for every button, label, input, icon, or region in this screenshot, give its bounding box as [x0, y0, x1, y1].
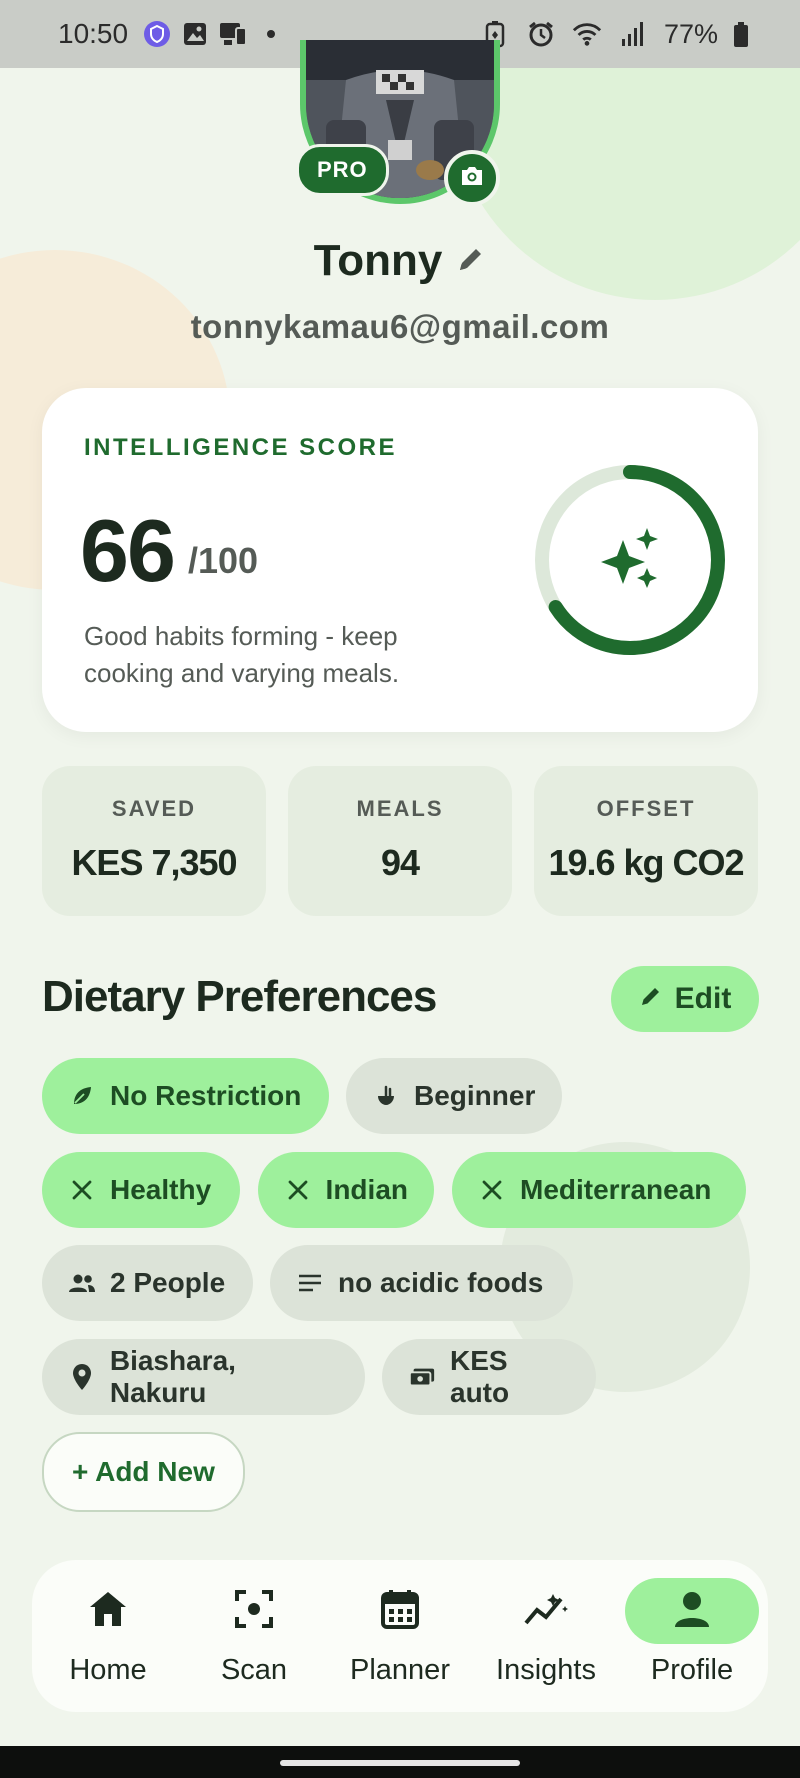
nav-scan[interactable]: Scan: [184, 1560, 324, 1712]
sparkle-icon: [601, 528, 658, 588]
chip-label: 2 People: [110, 1267, 226, 1298]
camera-icon: [459, 164, 485, 193]
ladle-icon: [372, 1082, 400, 1110]
notes-icon: [296, 1269, 324, 1297]
chip-people[interactable]: 2 People: [42, 1245, 253, 1321]
utensils-icon: [284, 1176, 312, 1204]
pro-badge: PRO: [296, 144, 389, 196]
stat-offset: OFFSET 19.6 kg CO2: [534, 766, 758, 916]
calendar-icon: [380, 1588, 420, 1635]
stat-label: OFFSET: [596, 796, 696, 821]
chip-no-restriction[interactable]: No Restriction: [42, 1058, 329, 1134]
change-photo-button[interactable]: [444, 150, 500, 206]
chip-label: KES auto: [450, 1345, 510, 1408]
nav-label: Planner: [350, 1654, 450, 1686]
location-icon: [68, 1363, 96, 1391]
nav-label: Home: [69, 1654, 147, 1686]
add-new-button[interactable]: + Add New: [42, 1432, 245, 1512]
user-name: Tonny: [313, 236, 443, 285]
leaf-icon: [68, 1082, 96, 1110]
stat-saved: SAVED KES 7,350: [42, 766, 266, 916]
chip-label: Indian: [325, 1174, 408, 1205]
nav-icon-container: [333, 1578, 467, 1644]
status-time: 10:50: [58, 18, 129, 49]
edit-preferences-button[interactable]: Edit: [611, 966, 759, 1032]
stat-value: KES 7,350: [71, 842, 237, 883]
chip-label: Beginner: [414, 1080, 536, 1111]
shield-icon: [142, 19, 172, 49]
chip-location[interactable]: Biashara, Nakuru: [42, 1339, 365, 1415]
home-gesture-handle[interactable]: [280, 1760, 520, 1766]
chip-label: no acidic foods: [338, 1267, 544, 1298]
gallery-icon: [180, 19, 210, 49]
avatar-container: PRO: [296, 40, 500, 206]
bottom-navigation: Home Scan Planner Insights Profile: [32, 1560, 768, 1712]
people-icon: [68, 1269, 96, 1297]
battery-percent: 77%: [663, 18, 718, 49]
battery-icon: [726, 19, 756, 49]
score-max: /100: [188, 540, 259, 581]
score-label: INTELLIGENCE SCORE: [84, 434, 398, 461]
section-title: Dietary Preferences: [42, 972, 437, 1021]
wifi-icon: [572, 19, 602, 49]
system-gesture-bar: [0, 1746, 800, 1778]
nav-icon-container: [479, 1578, 613, 1644]
nav-profile[interactable]: Profile: [622, 1560, 762, 1712]
nav-label: Insights: [496, 1654, 596, 1686]
chip-mediterranean[interactable]: Mediterranean: [452, 1152, 746, 1228]
utensils-icon: [68, 1176, 96, 1204]
chip-label: Biashara, Nakuru: [109, 1345, 236, 1408]
chip-notes[interactable]: no acidic foods: [270, 1245, 573, 1321]
home-icon: [88, 1590, 128, 1633]
score-description: Good habits forming - keep cooking and v…: [84, 621, 400, 688]
nav-label: Profile: [650, 1654, 734, 1686]
alarm-icon: [526, 19, 556, 49]
utensils-icon: [478, 1176, 506, 1204]
name-row: Tonny: [0, 236, 800, 286]
edit-label: Edit: [674, 982, 732, 1015]
chip-label: No Restriction: [110, 1080, 302, 1111]
chip-currency[interactable]: KES auto: [382, 1339, 596, 1415]
intelligence-score-card: INTELLIGENCE SCORE 66 /100 Good habits f…: [42, 388, 758, 732]
stat-label: SAVED: [111, 796, 197, 821]
signal-icon: [618, 19, 648, 49]
nav-label: Scan: [220, 1654, 288, 1686]
chip-beginner[interactable]: Beginner: [346, 1058, 562, 1134]
nav-home[interactable]: Home: [38, 1560, 178, 1712]
score-ring: [530, 460, 730, 660]
pencil-icon: [639, 982, 663, 1016]
stat-meals: MEALS 94: [288, 766, 512, 916]
add-new-label: + Add New: [72, 1456, 215, 1487]
chip-label: Mediterranean: [520, 1174, 712, 1205]
score-value: 66: [80, 501, 176, 600]
nav-planner[interactable]: Planner: [330, 1560, 470, 1712]
stat-value: 94: [380, 842, 420, 883]
edit-name-icon[interactable]: [456, 244, 486, 279]
chip-label: Healthy: [110, 1174, 212, 1205]
nav-icon-container: [187, 1578, 321, 1644]
stat-value: 19.6 kg CO2: [548, 842, 744, 883]
nav-icon-container: [41, 1578, 175, 1644]
insights-icon: [523, 1590, 569, 1633]
scan-icon: [234, 1589, 274, 1634]
cast-icon: [218, 19, 248, 49]
chip-indian[interactable]: Indian: [258, 1152, 434, 1228]
stat-label: MEALS: [356, 796, 444, 821]
nav-icon-container: [625, 1578, 759, 1644]
currency-icon: [408, 1363, 436, 1391]
nav-insights[interactable]: Insights: [476, 1560, 616, 1712]
user-email: tonnykamau6@gmail.com: [190, 308, 610, 345]
dot-icon: [256, 19, 286, 49]
chip-healthy[interactable]: Healthy: [42, 1152, 240, 1228]
person-icon: [672, 1589, 712, 1634]
